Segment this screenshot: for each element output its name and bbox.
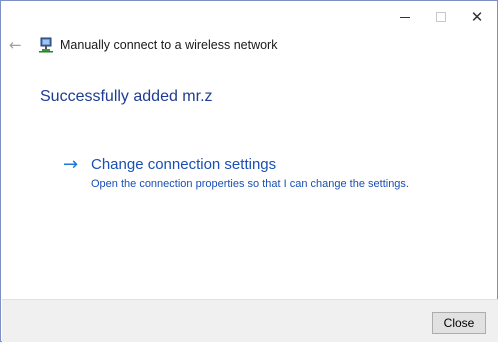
close-icon: ✕ (470, 7, 484, 26)
right-arrow-icon: → (63, 154, 79, 175)
minimize-icon (400, 16, 410, 18)
footer-bar (2, 299, 498, 342)
command-link-description: Open the connection properties so that I… (91, 178, 409, 190)
back-arrow-icon[interactable]: ← (9, 37, 25, 53)
maximize-icon (436, 12, 446, 22)
close-window-button[interactable]: ✕ (458, 2, 496, 32)
network-icon (39, 37, 53, 53)
close-button[interactable]: Close (432, 312, 486, 334)
success-heading: Successfully added mr.z (40, 88, 213, 105)
maximize-button[interactable] (422, 2, 460, 32)
minimize-button[interactable] (386, 2, 424, 32)
change-connection-settings-link[interactable]: → Change connection settings Open the co… (63, 154, 463, 194)
command-link-title: Change connection settings (91, 156, 277, 173)
wizard-title: Manually connect to a wireless network (60, 38, 278, 52)
dialog-window: ✕ ← Manually connect to a wireless netwo… (0, 0, 498, 342)
